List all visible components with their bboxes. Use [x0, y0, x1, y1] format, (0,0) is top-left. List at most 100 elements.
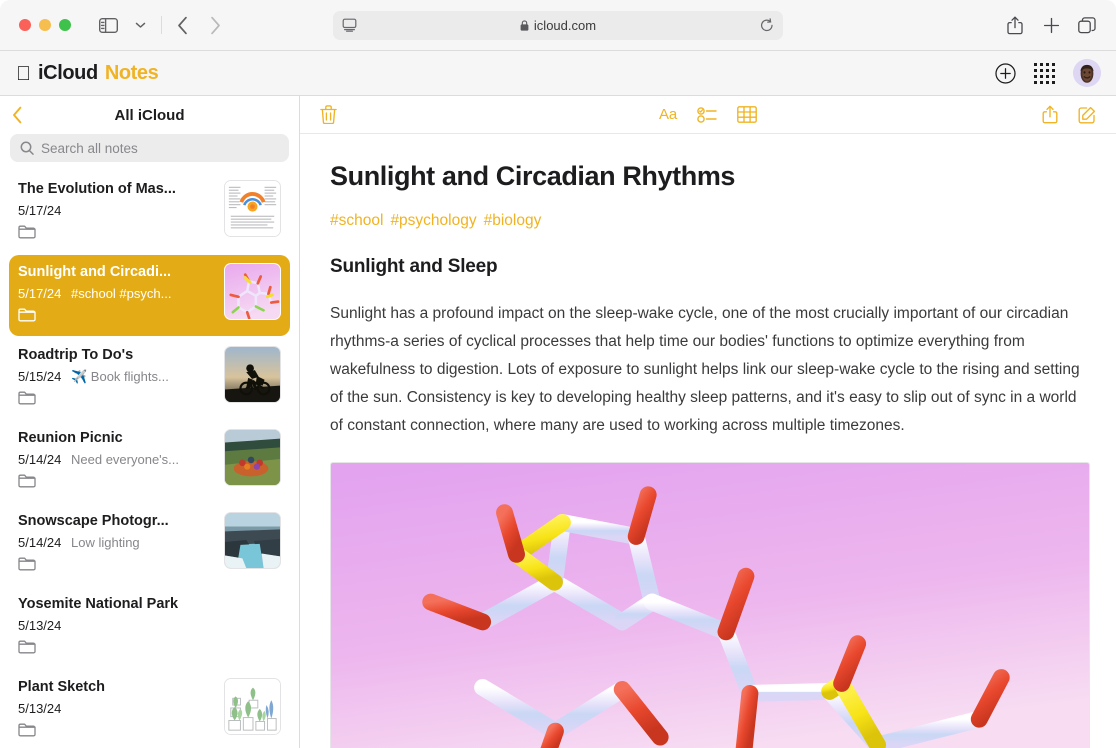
note-editor: Aa: [300, 96, 1116, 748]
sidebar-back-button[interactable]: [12, 106, 23, 124]
note-title: The Evolution of Mas...: [18, 180, 214, 199]
folder-icon: [18, 557, 214, 576]
note-title: Yosemite National Park: [18, 595, 281, 614]
note-thumbnail: [224, 346, 281, 403]
sidebar-header: All iCloud: [0, 96, 299, 134]
note-date: 5/17/24: [18, 203, 61, 218]
folder-icon: [18, 308, 214, 327]
note-title: Reunion Picnic: [18, 429, 214, 448]
folder-icon: [18, 474, 214, 493]
browser-right-actions: [1000, 0, 1102, 51]
window-traffic-lights: [19, 19, 71, 31]
note-date: 5/15/24: [18, 369, 61, 384]
search-input[interactable]: [41, 141, 279, 156]
note-title: Snowscape Photogr...: [18, 512, 214, 531]
back-button[interactable]: [168, 12, 198, 38]
minimize-window-button[interactable]: [39, 19, 51, 31]
url-text-container: icloud.com: [333, 18, 783, 33]
app-body: All iCloud The Evolut: [0, 96, 1116, 748]
note-date: 5/13/24: [18, 618, 61, 633]
add-circle-icon[interactable]: [995, 63, 1016, 84]
note-text-block: Plant Sketch 5/13/24: [18, 678, 214, 742]
note-thumbnail: [224, 429, 281, 486]
note-meta: 5/17/24 #school #psych...: [18, 284, 214, 303]
icloud-brand[interactable]:  iCloud Notes: [16, 62, 158, 85]
list-item[interactable]: Yosemite National Park 5/13/24: [9, 587, 290, 668]
folder-icon: [18, 225, 214, 244]
search-box[interactable]: [10, 134, 289, 162]
share-note-icon[interactable]: [1042, 105, 1058, 124]
sidebar-dropdown-chevron-icon[interactable]: [125, 12, 155, 38]
note-text-block: The Evolution of Mas... 5/17/24: [18, 180, 214, 244]
note-text-block: Roadtrip To Do's 5/15/24 ✈️ Book flights…: [18, 346, 214, 410]
compose-note-icon[interactable]: [1078, 106, 1096, 124]
folder-icon: [18, 391, 214, 410]
table-icon[interactable]: [737, 106, 757, 123]
notes-sidebar: All iCloud The Evolut: [0, 96, 300, 748]
navigation-controls: [93, 12, 230, 38]
list-item[interactable]: The Evolution of Mas... 5/17/24: [9, 172, 290, 253]
note-date: 5/14/24: [18, 535, 61, 550]
note-title: Roadtrip To Do's: [18, 346, 214, 365]
note-snippet: #school #psych...: [71, 286, 171, 301]
editor-toolbar-center: Aa: [300, 106, 1116, 123]
safari-window: icloud.com: [0, 0, 1116, 748]
note-title: Sunlight and Circadi...: [18, 263, 214, 282]
note-meta: 5/13/24: [18, 699, 214, 718]
sidebar-toggle-icon[interactable]: [93, 12, 123, 38]
note-text-block: Yosemite National Park 5/13/24: [18, 595, 281, 659]
note-thumbnail: [224, 263, 281, 320]
note-meta: 5/14/24 Low lighting: [18, 533, 214, 552]
list-item[interactable]: Reunion Picnic 5/14/24 Need everyone's..…: [9, 421, 290, 502]
lock-icon: [520, 20, 529, 31]
search-icon: [20, 141, 34, 155]
note-meta: 5/15/24 ✈️ Book flights...: [18, 367, 214, 386]
note-meta: 5/13/24: [18, 616, 281, 635]
new-tab-icon[interactable]: [1036, 13, 1066, 39]
tag-biology[interactable]: #biology: [484, 212, 542, 230]
search-container: [0, 134, 299, 172]
note-date: 5/13/24: [18, 701, 61, 716]
note-text-block: Reunion Picnic 5/14/24 Need everyone's..…: [18, 429, 214, 493]
list-item[interactable]: Sunlight and Circadi... 5/17/24 #school …: [9, 255, 290, 336]
note-date: 5/14/24: [18, 452, 61, 467]
maximize-window-button[interactable]: [59, 19, 71, 31]
format-aa-button[interactable]: Aa: [659, 106, 677, 123]
icloud-header-actions: [995, 59, 1101, 87]
checklist-icon[interactable]: [697, 107, 717, 123]
brand-icloud-label: iCloud: [38, 62, 98, 85]
close-window-button[interactable]: [19, 19, 31, 31]
notes-list[interactable]: The Evolution of Mas... 5/17/24: [0, 172, 299, 748]
list-item[interactable]: Plant Sketch 5/13/24: [9, 670, 290, 748]
note-snippet: Low lighting: [71, 535, 140, 550]
note-subheading: Sunlight and Sleep: [330, 256, 1086, 278]
note-inline-image[interactable]: [330, 462, 1090, 748]
share-icon[interactable]: [1000, 13, 1030, 39]
note-snippet: Need everyone's...: [71, 452, 179, 467]
tag-school[interactable]: #school: [330, 212, 383, 230]
note-tags: #school #psychology #biology: [330, 212, 1086, 230]
note-text-block: Snowscape Photogr... 5/14/24 Low lightin…: [18, 512, 214, 576]
browser-toolbar: icloud.com: [0, 0, 1116, 51]
sidebar-title: All iCloud: [0, 107, 299, 124]
tag-psychology[interactable]: #psychology: [390, 212, 476, 230]
apple-logo-icon: : [16, 64, 31, 84]
address-bar[interactable]: icloud.com: [333, 11, 783, 40]
tab-overview-icon[interactable]: [1072, 13, 1102, 39]
list-item[interactable]: Snowscape Photogr... 5/14/24 Low lightin…: [9, 504, 290, 585]
url-text: icloud.com: [534, 18, 596, 33]
folder-icon: [18, 723, 214, 742]
list-item[interactable]: Roadtrip To Do's 5/15/24 ✈️ Book flights…: [9, 338, 290, 419]
note-paragraph: Sunlight has a profound impact on the sl…: [330, 300, 1086, 440]
note-meta: 5/17/24: [18, 201, 214, 220]
note-date: 5/17/24: [18, 286, 61, 301]
app-grid-icon[interactable]: [1034, 63, 1055, 84]
delete-note-icon[interactable]: [320, 105, 337, 124]
note-title: Plant Sketch: [18, 678, 214, 697]
icloud-header:  iCloud Notes: [0, 51, 1116, 96]
forward-button[interactable]: [200, 12, 230, 38]
editor-toolbar: Aa: [300, 96, 1116, 134]
avatar[interactable]: [1073, 59, 1101, 87]
note-meta: 5/14/24 Need everyone's...: [18, 450, 214, 469]
note-text-block: Sunlight and Circadi... 5/17/24 #school …: [18, 263, 214, 327]
